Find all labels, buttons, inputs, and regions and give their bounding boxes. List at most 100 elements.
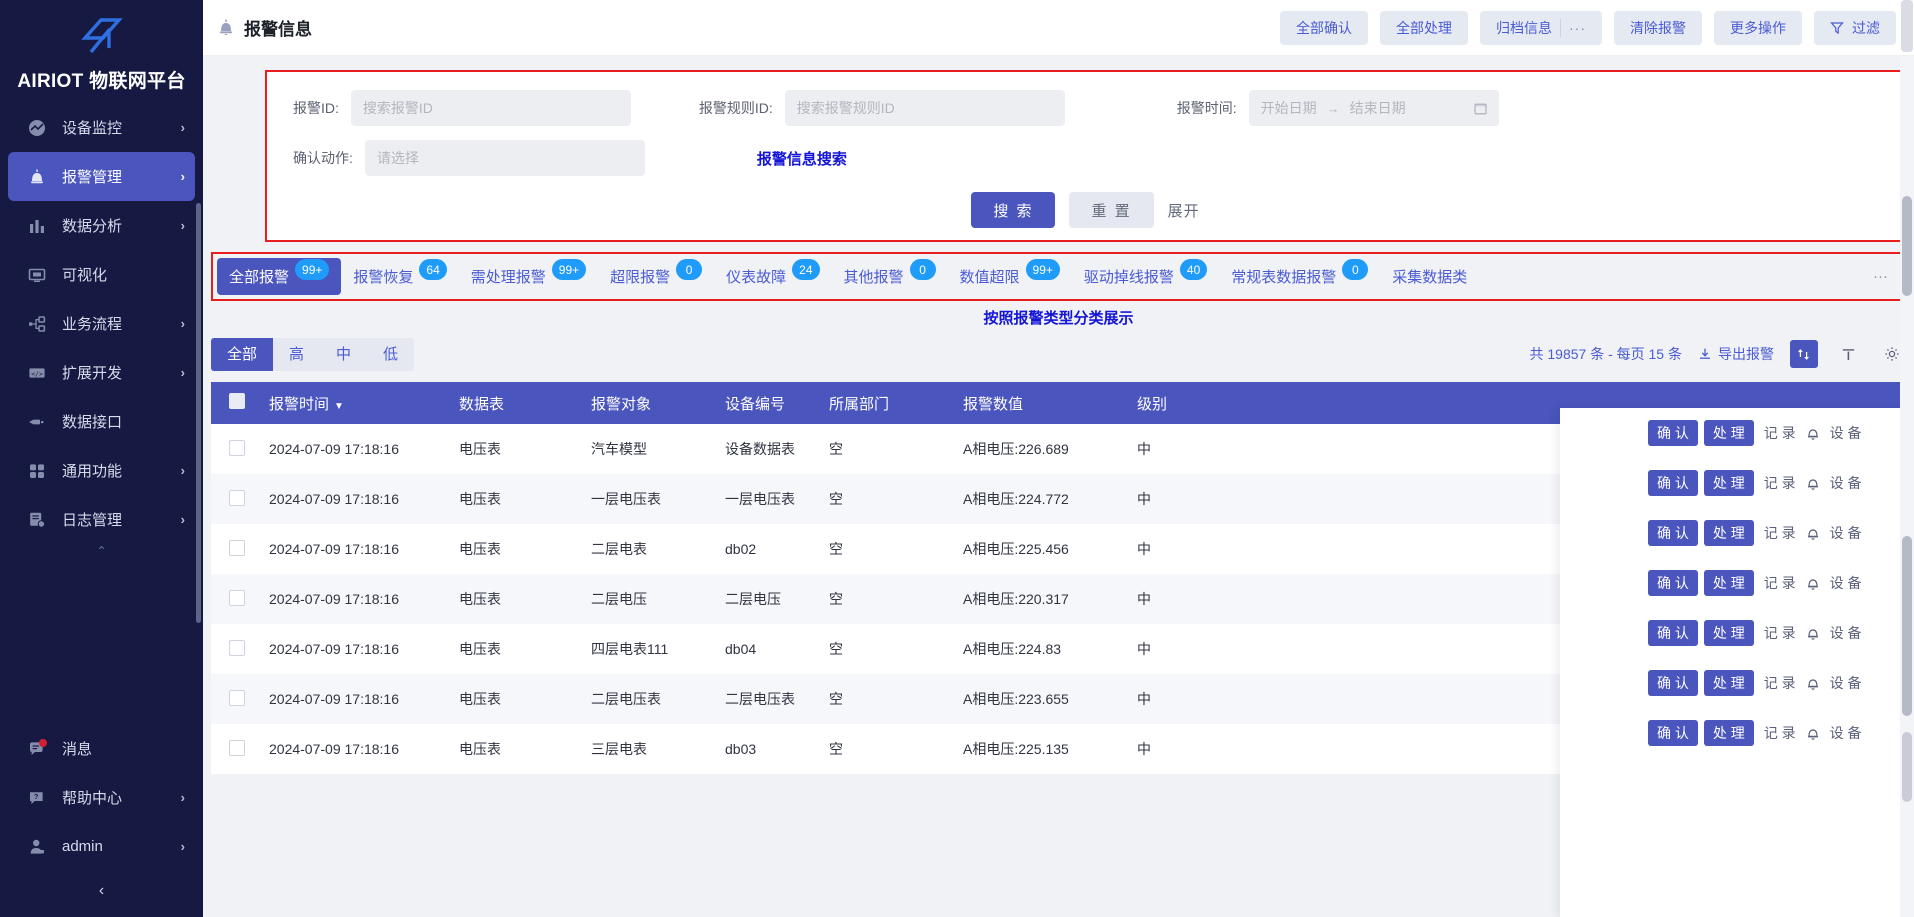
row-checkbox[interactable] <box>229 689 269 709</box>
filter-button[interactable]: 过滤 <box>1814 10 1896 45</box>
sidebar-item-log-management[interactable]: 日志管理 › <box>8 495 195 544</box>
clear-alarm-button[interactable]: 清除报警 <box>1614 10 1702 45</box>
row-checkbox[interactable] <box>229 539 269 559</box>
tab-other-alarms[interactable]: 其他报警 0 <box>832 258 948 295</box>
columns-icon[interactable] <box>1834 340 1862 368</box>
handle-button[interactable]: 处 理 <box>1703 520 1754 546</box>
search-button[interactable]: 搜 索 <box>971 192 1056 228</box>
device-link[interactable]: 设 备 <box>1826 423 1866 443</box>
row-checkbox[interactable] <box>229 639 269 659</box>
date-range-picker[interactable]: 开始日期 → 结束日期 <box>1248 90 1499 126</box>
handle-button[interactable]: 处 理 <box>1703 720 1754 746</box>
device-link[interactable]: 设 备 <box>1826 673 1866 693</box>
handle-all-button[interactable]: 全部处理 <box>1380 10 1468 45</box>
level-filter-low[interactable]: 低 <box>367 338 414 371</box>
record-link[interactable]: 记 录 <box>1760 573 1800 593</box>
level-filter-high[interactable]: 高 <box>273 338 320 371</box>
handle-button[interactable]: 处 理 <box>1703 670 1754 696</box>
confirm-action-select[interactable] <box>364 140 645 176</box>
alarm-type-tabs: 全部报警 99+ 报警恢复 64 需处理报警 99+ 超限报警 0 仪表故障 2… <box>211 252 1906 301</box>
column-header-alarm-time[interactable]: 报警时间 ▼ <box>269 393 459 414</box>
table-scrollbar-thumb[interactable] <box>1902 536 1912 716</box>
more-dots-icon[interactable]: ··· <box>1569 20 1586 36</box>
end-date-placeholder[interactable]: 结束日期 <box>1350 98 1406 118</box>
inner-scrollbar-thumb[interactable] <box>1902 732 1912 802</box>
tab-collected-data-type[interactable]: 采集数据类 <box>1380 258 1479 295</box>
tab-need-handle-alarms[interactable]: 需处理报警 99+ <box>459 258 598 295</box>
tab-meter-fault[interactable]: 仪表故障 24 <box>714 258 831 295</box>
sidebar-item-data-analysis[interactable]: 数据分析 › <box>8 201 195 250</box>
alarm-rule-id-input[interactable] <box>784 90 1065 126</box>
tabs-more-icon[interactable]: ··· <box>1859 268 1902 285</box>
tab-value-over-limit[interactable]: 数值超限 99+ <box>948 258 1072 295</box>
bell-icon[interactable] <box>1806 476 1820 491</box>
record-link[interactable]: 记 录 <box>1760 723 1800 743</box>
row-checkbox[interactable] <box>229 439 269 459</box>
device-link[interactable]: 设 备 <box>1826 523 1866 543</box>
reset-button[interactable]: 重 置 <box>1069 192 1154 228</box>
sidebar-item-help-center[interactable]: ? 帮助中心 › <box>8 773 195 822</box>
confirm-all-button[interactable]: 全部确认 <box>1280 10 1368 45</box>
bell-icon[interactable] <box>1806 626 1820 641</box>
row-checkbox[interactable] <box>229 739 269 759</box>
tab-regular-table-data-alarms[interactable]: 常规表数据报警 0 <box>1219 258 1380 295</box>
handle-button[interactable]: 处 理 <box>1703 420 1754 446</box>
handle-button[interactable]: 处 理 <box>1703 620 1754 646</box>
export-alarm-button[interactable]: 导出报警 <box>1698 344 1774 364</box>
record-link[interactable]: 记 录 <box>1760 473 1800 493</box>
handle-button[interactable]: 处 理 <box>1703 470 1754 496</box>
more-operations-button[interactable]: 更多操作 <box>1714 10 1802 45</box>
bell-icon[interactable] <box>1806 576 1820 591</box>
sidebar-item-device-monitor[interactable]: 设备监控 › <box>8 103 195 152</box>
row-checkbox[interactable] <box>229 589 269 609</box>
bell-icon[interactable] <box>1806 526 1820 541</box>
sidebar-item-admin[interactable]: admin › <box>8 822 195 871</box>
tab-all-alarms[interactable]: 全部报警 99+ <box>217 258 342 295</box>
confirm-button[interactable]: 确 认 <box>1648 470 1698 496</box>
sidebar-item-messages[interactable]: 消息 <box>8 724 195 773</box>
handle-button[interactable]: 处 理 <box>1703 570 1754 596</box>
device-link[interactable]: 设 备 <box>1826 473 1866 493</box>
bell-icon[interactable] <box>1806 726 1820 741</box>
tab-driver-offline-alarms[interactable]: 驱动掉线报警 40 <box>1072 258 1219 295</box>
window-scroll-indicator[interactable] <box>1901 0 1913 52</box>
select-all-checkbox[interactable] <box>229 393 269 413</box>
sidebar-item-general-functions[interactable]: 通用功能 › <box>8 446 195 495</box>
level-filter-all[interactable]: 全部 <box>211 337 274 371</box>
confirm-button[interactable]: 确 认 <box>1648 670 1698 696</box>
row-checkbox[interactable] <box>229 489 269 509</box>
confirm-button[interactable]: 确 认 <box>1648 520 1698 546</box>
tab-alarm-recovery[interactable]: 报警恢复 64 <box>341 258 458 295</box>
chevron-right-icon: › <box>180 365 185 380</box>
archive-info-button[interactable]: 归档信息 ··· <box>1480 10 1602 45</box>
start-date-placeholder[interactable]: 开始日期 <box>1261 98 1317 118</box>
bell-icon[interactable] <box>1806 676 1820 691</box>
tab-over-limit-alarms[interactable]: 超限报警 0 <box>598 258 714 295</box>
confirm-button[interactable]: 确 认 <box>1648 570 1698 596</box>
record-link[interactable]: 记 录 <box>1760 523 1800 543</box>
sidebar-item-data-interface[interactable]: 数据接口 <box>8 397 195 446</box>
expand-button[interactable]: 展开 <box>1168 200 1200 221</box>
sort-caret-icon[interactable]: ▼ <box>334 401 344 412</box>
record-link[interactable]: 记 录 <box>1760 423 1800 443</box>
sort-icon[interactable] <box>1790 340 1818 368</box>
bell-icon[interactable] <box>1806 426 1820 441</box>
level-filter-medium[interactable]: 中 <box>320 338 367 371</box>
sidebar-item-business-flow[interactable]: 业务流程 › <box>8 299 195 348</box>
alarm-id-input[interactable] <box>350 90 631 126</box>
page-scrollbar-thumb[interactable] <box>1902 196 1912 296</box>
confirm-button[interactable]: 确 认 <box>1648 620 1698 646</box>
device-link[interactable]: 设 备 <box>1826 723 1866 743</box>
page-scrollbar-track[interactable] <box>1900 56 1914 917</box>
record-link[interactable]: 记 录 <box>1760 623 1800 643</box>
sidebar-item-alarm-management[interactable]: 报警管理 › <box>8 152 195 201</box>
record-link[interactable]: 记 录 <box>1760 673 1800 693</box>
sidebar-collapse-button[interactable]: ‹ <box>0 871 203 911</box>
sidebar-item-visualization[interactable]: 可视化 <box>8 250 195 299</box>
sidebar-scrollbar[interactable] <box>196 203 201 623</box>
sidebar-item-extension-development[interactable]: </> 扩展开发 › <box>8 348 195 397</box>
confirm-button[interactable]: 确 认 <box>1648 420 1698 446</box>
device-link[interactable]: 设 备 <box>1826 573 1866 593</box>
device-link[interactable]: 设 备 <box>1826 623 1866 643</box>
confirm-button[interactable]: 确 认 <box>1648 720 1698 746</box>
